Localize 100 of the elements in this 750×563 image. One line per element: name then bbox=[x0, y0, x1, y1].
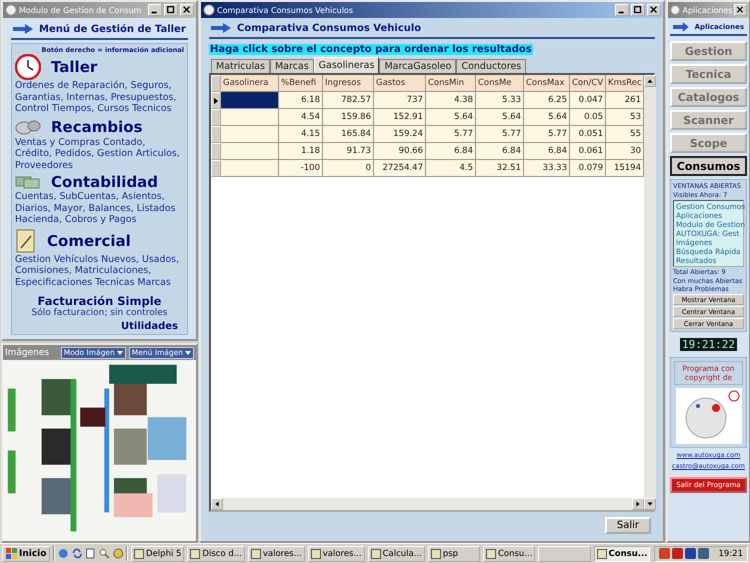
table-cell: 32.51 bbox=[476, 160, 524, 177]
section-link[interactable]: Comercial bbox=[47, 232, 131, 250]
window-title: Aplicaciones bbox=[682, 6, 732, 14]
tab[interactable]: Matriculas bbox=[211, 59, 270, 73]
clock-icon bbox=[15, 54, 41, 80]
table-cell: 6.84 bbox=[476, 143, 524, 160]
window-icon bbox=[134, 548, 144, 558]
table-cell: -100 bbox=[279, 160, 323, 177]
table-cell: 15194 bbox=[606, 160, 644, 177]
column-header[interactable]: Con/CV bbox=[570, 75, 606, 92]
scroll-right-icon[interactable] bbox=[632, 498, 644, 510]
section-link[interactable]: Recambios bbox=[51, 118, 142, 136]
table-cell bbox=[221, 92, 279, 109]
taskbar-button[interactable]: Disco d... bbox=[187, 546, 245, 562]
table-cell: 5.64 bbox=[476, 109, 524, 126]
table-cell: 55 bbox=[606, 126, 644, 143]
window-icon bbox=[310, 548, 321, 558]
table-cell: 0.047 bbox=[570, 92, 606, 109]
window-icon bbox=[5, 4, 17, 16]
table-cell: 5.77 bbox=[426, 126, 476, 143]
panel-heading: Menú de Gestión de Taller bbox=[39, 24, 186, 34]
window-icon bbox=[370, 548, 381, 558]
column-header[interactable]: ConsMe bbox=[476, 75, 524, 92]
table-cell: 91.73 bbox=[323, 143, 374, 160]
column-header[interactable]: %Benefi bbox=[279, 75, 323, 92]
scroll-bar[interactable] bbox=[211, 498, 644, 510]
arrow-icon bbox=[13, 23, 33, 35]
app-button[interactable]: Consumos bbox=[670, 156, 747, 176]
section-link[interactable]: Taller bbox=[51, 58, 98, 76]
search-icon[interactable] bbox=[99, 547, 110, 560]
table-cell: 165.84 bbox=[323, 126, 374, 143]
minimize-button[interactable] bbox=[615, 4, 629, 16]
section-link[interactable]: Contabilidad bbox=[51, 173, 158, 191]
scroll-left-icon[interactable] bbox=[211, 498, 223, 510]
window-title: Comparativa Consumos Vehiculos bbox=[217, 6, 354, 14]
table-cell: 1.18 bbox=[279, 143, 323, 160]
taskbar-button[interactable]: Consu... bbox=[594, 546, 650, 562]
close-button[interactable] bbox=[647, 4, 661, 16]
table-cell: 5.64 bbox=[426, 109, 476, 126]
notepad-icon bbox=[15, 228, 37, 254]
scroll-up-icon[interactable] bbox=[644, 75, 656, 87]
section-link[interactable]: Facturación Simple bbox=[38, 294, 162, 308]
table-cell: 6.84 bbox=[426, 143, 476, 160]
table-cell bbox=[221, 109, 279, 126]
notepad-icon[interactable] bbox=[85, 547, 96, 560]
disc-icon[interactable] bbox=[112, 547, 124, 560]
sync-icon[interactable] bbox=[72, 547, 82, 560]
caret-icon bbox=[185, 350, 191, 355]
tray-icon[interactable] bbox=[684, 548, 696, 559]
column-header[interactable]: Gastos bbox=[374, 75, 426, 92]
clock-display: 19:21:22 bbox=[680, 338, 737, 351]
column-header[interactable]: Gasolinera bbox=[221, 75, 279, 92]
tab[interactable]: Gasolineras bbox=[314, 57, 380, 73]
instruction-text: Haga click sobre el concepto para ordenar los resultados bbox=[209, 44, 533, 55]
row-indicator[interactable] bbox=[211, 92, 221, 109]
panel-heading: Comparativa Consumos Vehiculo bbox=[237, 22, 422, 34]
browser-icon[interactable] bbox=[58, 547, 69, 560]
tab[interactable]: Marcas bbox=[270, 59, 314, 73]
tray-icon[interactable] bbox=[658, 548, 670, 559]
table-cell: 5.77 bbox=[476, 126, 524, 143]
tray-icon[interactable] bbox=[672, 548, 682, 559]
tray-icon[interactable] bbox=[698, 548, 708, 559]
maximize-button[interactable] bbox=[631, 4, 645, 16]
table-cell: 4.38 bbox=[426, 92, 476, 109]
scroll-bar[interactable] bbox=[644, 75, 656, 510]
section-description: Gestion Vehículos Nuevos, Usados, Comisiones, Matriculaciones, Especificaciones Tecnicas Marcas bbox=[15, 254, 180, 288]
table-cell: 90.66 bbox=[374, 143, 426, 160]
table-cell: 6.18 bbox=[279, 92, 323, 109]
taskbar-button[interactable]: Calcula... bbox=[368, 546, 425, 562]
logo-icon bbox=[676, 388, 742, 444]
table-cell: 782.57 bbox=[323, 92, 374, 109]
section-description: Cuentas, SubCuentas, Asientos, Diarios, Mayor, Balances, Listados Hacienda, Cobros y Pagos bbox=[15, 191, 176, 226]
taskbar-button[interactable]: psp bbox=[428, 546, 480, 562]
table-cell: 737 bbox=[374, 92, 426, 109]
taskbar-button[interactable]: Consu... bbox=[482, 546, 536, 562]
start-button[interactable]: Inicio bbox=[2, 546, 50, 562]
table-cell: 152.91 bbox=[374, 109, 426, 126]
window-icon bbox=[596, 548, 607, 558]
utilities-link[interactable]: Utilidades bbox=[121, 321, 178, 332]
panel-title: Imágenes bbox=[5, 348, 50, 358]
table-cell: 0.079 bbox=[570, 160, 606, 177]
column-header[interactable]: KmsRec bbox=[606, 75, 644, 92]
scroll-down-icon[interactable] bbox=[644, 498, 656, 510]
window-icon bbox=[430, 548, 441, 558]
tab[interactable]: Conductores bbox=[456, 59, 526, 73]
exit-button[interactable]: Salir bbox=[604, 516, 651, 534]
table-cell: 0.061 bbox=[570, 143, 606, 160]
table-cell: 4.54 bbox=[279, 109, 323, 126]
taskbar-button[interactable]: Delphi 5 bbox=[131, 546, 184, 562]
column-header[interactable]: ConsMax bbox=[524, 75, 570, 92]
taskbar-button[interactable]: valores... bbox=[248, 546, 305, 562]
column-header[interactable]: Ingresos bbox=[323, 75, 374, 92]
table-cell: 0.05 bbox=[570, 109, 606, 126]
tab[interactable]: MarcaGasoleo bbox=[379, 59, 456, 73]
section-description: Sólo facturacion; sin controles bbox=[32, 308, 168, 318]
section-description: Ordenes de Reparación, Seguros, Garantias, Internas, Presupuestos, Control Tiempos, Cursos Tecnicos bbox=[15, 80, 178, 114]
table-cell: 53 bbox=[606, 109, 644, 126]
table-cell: 0.051 bbox=[570, 126, 606, 143]
column-header[interactable]: ConsMin bbox=[426, 75, 476, 92]
taskbar-button[interactable]: valores... bbox=[308, 546, 365, 562]
